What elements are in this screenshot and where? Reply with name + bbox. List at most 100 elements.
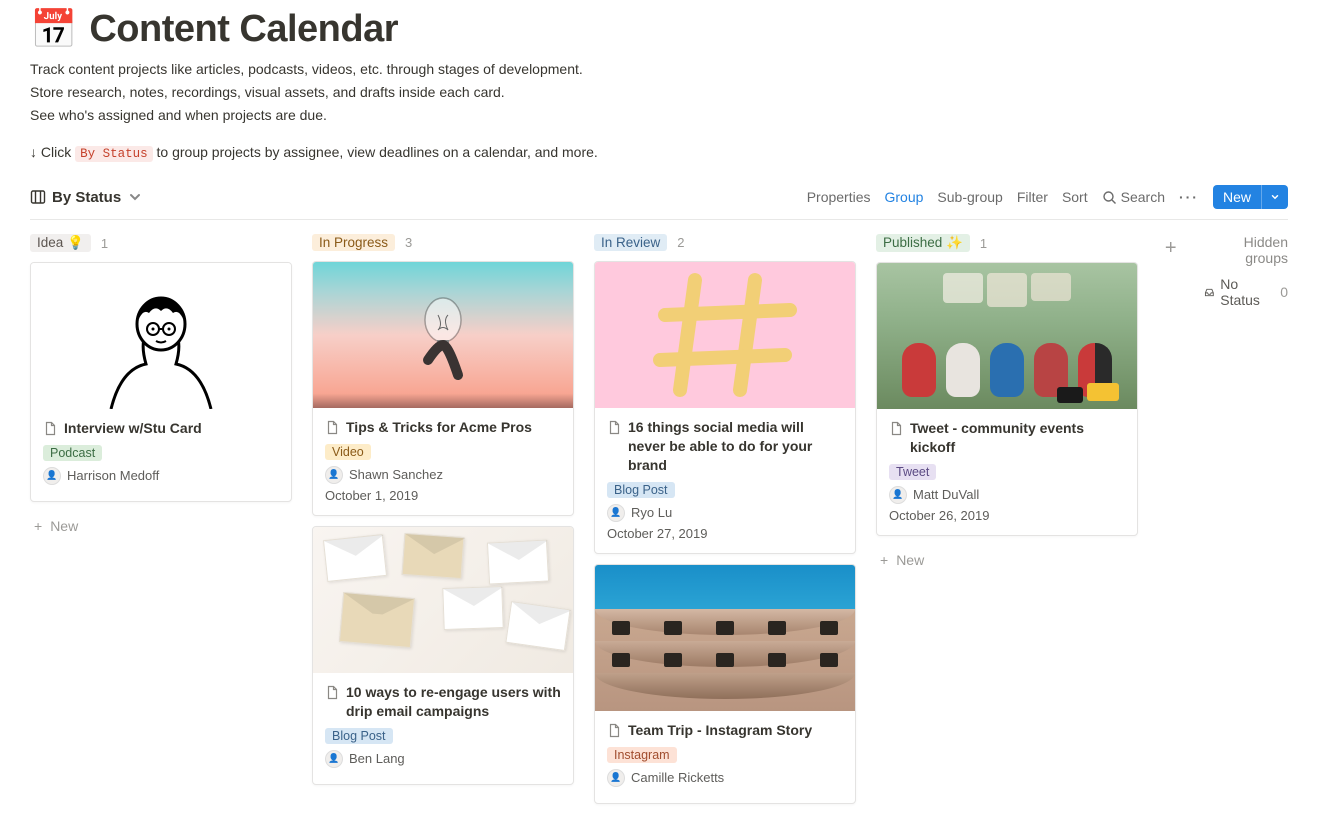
search-label: Search <box>1121 189 1165 205</box>
type-tag-instagram: Instagram <box>607 747 677 763</box>
card-interview-stu[interactable]: Interview w/Stu Card Podcast 👤 Harrison … <box>30 262 292 502</box>
new-card-label: New <box>50 518 78 534</box>
card-tweet-community[interactable]: Tweet - community events kickoff Tweet 👤… <box>876 262 1138 536</box>
assignee-name: Shawn Sanchez <box>349 467 443 482</box>
column-in-review: In Review 2 16 things social media will … <box>594 234 856 813</box>
status-tag-idea[interactable]: Idea 💡 <box>30 234 91 252</box>
lightbulb-photo-icon <box>413 285 473 385</box>
card-title: 16 things social media will never be abl… <box>628 418 843 475</box>
chevron-down-icon <box>1270 192 1280 202</box>
card-cover <box>595 565 855 711</box>
status-tag-in-review[interactable]: In Review <box>594 234 667 251</box>
type-tag-video: Video <box>325 444 371 460</box>
assignee-name: Ben Lang <box>349 751 405 766</box>
more-options-button[interactable]: ··· <box>1179 189 1199 205</box>
card-cover <box>877 263 1137 409</box>
add-column-button[interactable]: + <box>1158 234 1184 262</box>
status-tag-in-progress[interactable]: In Progress <box>312 234 395 251</box>
new-button[interactable]: New <box>1213 185 1288 209</box>
page-icon <box>607 420 622 435</box>
card-team-trip[interactable]: Team Trip - Instagram Story Instagram 👤 … <box>594 564 856 804</box>
search-button[interactable]: Search <box>1102 189 1165 205</box>
filter-button[interactable]: Filter <box>1017 189 1048 205</box>
group-button[interactable]: Group <box>885 189 924 205</box>
card-tips-tricks[interactable]: Tips & Tricks for Acme Pros Video 👤 Shaw… <box>312 261 574 516</box>
add-card-button[interactable]: + New <box>30 512 292 540</box>
assignee-name: Ryo Lu <box>631 505 672 520</box>
page-desc-line-1: Track content projects like articles, po… <box>30 59 1288 80</box>
card-cover <box>31 263 291 409</box>
avatar-icon: 👤 <box>325 750 343 768</box>
card-title: Interview w/Stu Card <box>64 419 202 438</box>
column-count: 3 <box>405 235 412 250</box>
hint-prefix: ↓ Click <box>30 144 75 160</box>
hashtag-photo-icon <box>650 270 800 400</box>
card-drip-email[interactable]: 10 ways to re-engage users with drip ema… <box>312 526 574 785</box>
inbox-icon <box>1204 285 1215 300</box>
person-drawing-icon <box>91 269 231 409</box>
column-count: 2 <box>677 235 684 250</box>
sort-button[interactable]: Sort <box>1062 189 1088 205</box>
plus-icon: + <box>34 518 42 534</box>
page-icon <box>43 421 58 436</box>
plus-icon: + <box>880 552 888 568</box>
status-tag-published[interactable]: Published ✨ <box>876 234 970 252</box>
page-icon <box>325 685 340 700</box>
no-status-count: 0 <box>1280 284 1288 300</box>
card-cover <box>313 527 573 673</box>
type-tag-blog: Blog Post <box>325 728 393 744</box>
page-icon <box>325 420 340 435</box>
assignee-name: Matt DuVall <box>913 487 979 502</box>
new-button-dropdown[interactable] <box>1261 185 1288 209</box>
card-date: October 1, 2019 <box>325 488 561 503</box>
assignee-name: Harrison Medoff <box>67 468 159 483</box>
kanban-board: Idea 💡 1 Interview w/Stu C <box>30 234 1288 813</box>
column-count: 1 <box>980 236 987 251</box>
card-title: Tips & Tricks for Acme Pros <box>346 418 532 437</box>
page-icon <box>889 421 904 436</box>
envelopes-photo-icon <box>313 527 573 673</box>
view-switcher[interactable]: By Status <box>30 189 143 206</box>
search-icon <box>1102 190 1117 205</box>
card-cover <box>595 262 855 408</box>
card-title: Team Trip - Instagram Story <box>628 721 812 740</box>
current-view-label: By Status <box>52 189 121 206</box>
avatar-icon: 👤 <box>325 466 343 484</box>
avatar-icon: 👤 <box>889 486 907 504</box>
hint-suffix: to group projects by assignee, view dead… <box>153 144 598 160</box>
no-status-group[interactable]: No Status 0 <box>1204 276 1288 308</box>
avatar-icon: 👤 <box>43 467 61 485</box>
column-count: 1 <box>101 236 108 251</box>
no-status-label: No Status <box>1220 276 1264 308</box>
card-date: October 27, 2019 <box>607 526 843 541</box>
card-date: October 26, 2019 <box>889 508 1125 523</box>
add-card-button[interactable]: + New <box>876 546 1138 574</box>
hint-code-pill: By Status <box>75 146 153 162</box>
page-desc-line-3: See who's assigned and when projects are… <box>30 105 1288 126</box>
type-tag-podcast: Podcast <box>43 445 102 461</box>
subgroup-button[interactable]: Sub-group <box>937 189 1002 205</box>
card-title: 10 ways to re-engage users with drip ema… <box>346 683 561 721</box>
view-bar: By Status Properties Group Sub-group Fil… <box>30 185 1288 220</box>
card-title: Tweet - community events kickoff <box>910 419 1125 457</box>
type-tag-blog: Blog Post <box>607 482 675 498</box>
column-idea: Idea 💡 1 Interview w/Stu C <box>30 234 292 540</box>
chevron-down-icon <box>127 189 143 205</box>
page-icon <box>607 723 622 738</box>
page-header: 📅 Content Calendar Track content project… <box>30 0 1288 161</box>
page-desc-line-2: Store research, notes, recordings, visua… <box>30 82 1288 103</box>
avatar-icon: 👤 <box>607 504 625 522</box>
hint-row: ↓ Click By Status to group projects by a… <box>30 144 1288 161</box>
building-photo-icon <box>595 565 855 711</box>
hidden-groups-label: Hidden groups <box>1204 234 1288 266</box>
new-button-label: New <box>1213 185 1261 209</box>
column-in-progress: In Progress 3 Tips & Tricks for Acme Pro… <box>312 234 574 795</box>
page-title[interactable]: Content Calendar <box>89 8 398 51</box>
page-emoji-icon[interactable]: 📅 <box>30 11 77 49</box>
assignee-name: Camille Ricketts <box>631 770 724 785</box>
avatar-icon: 👤 <box>607 769 625 787</box>
board-icon <box>30 189 46 205</box>
properties-button[interactable]: Properties <box>807 189 871 205</box>
card-social-media[interactable]: 16 things social media will never be abl… <box>594 261 856 554</box>
hidden-groups-section: Hidden groups No Status 0 <box>1204 234 1288 308</box>
